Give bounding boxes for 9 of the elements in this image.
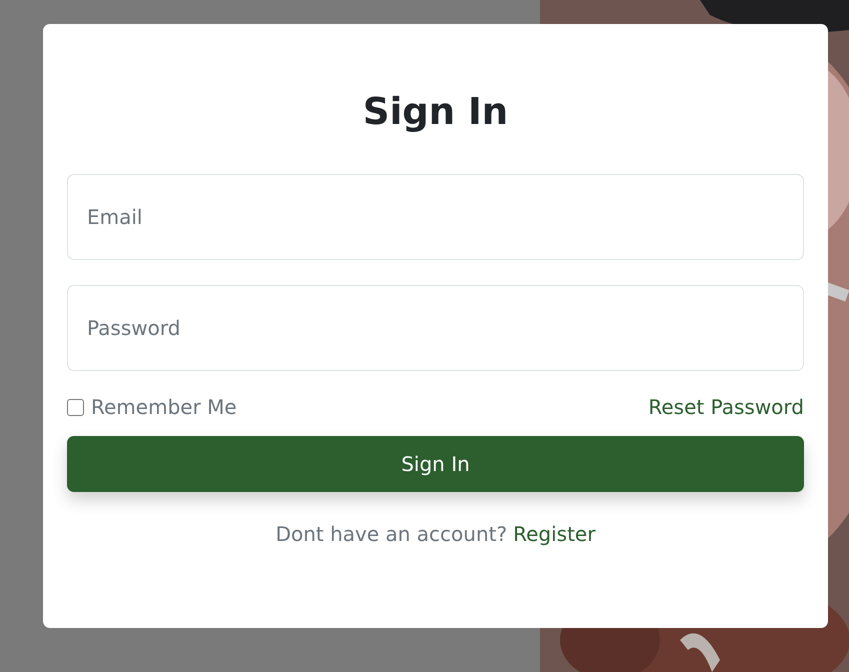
register-link[interactable]: Register [513,522,596,546]
input-field[interactable]: Password [67,285,804,371]
footer-text: Dont have an account? [276,522,508,546]
title: Sign In [362,89,510,135]
sign-in-button[interactable]: Sign In [67,436,804,492]
checkbox[interactable] [67,398,84,416]
reset-password-link[interactable]: Reset Password [648,395,804,419]
input-field[interactable]: Email [67,174,804,260]
checkbox-label: Remember Me [91,395,237,419]
